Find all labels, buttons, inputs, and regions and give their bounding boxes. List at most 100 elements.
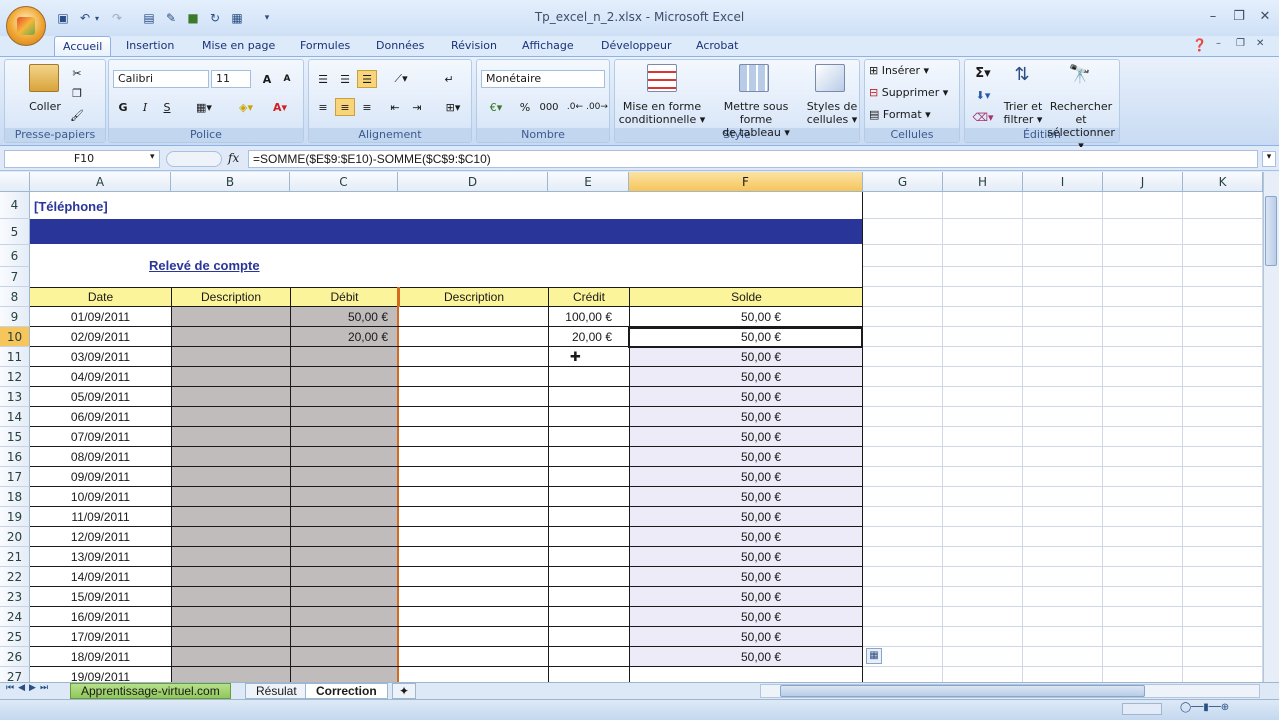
paste-button[interactable]: Coller xyxy=(25,100,65,113)
close-icon[interactable]: ✕ xyxy=(1252,6,1278,26)
find-select-icon[interactable]: 🔭 xyxy=(1065,64,1095,92)
date-cell[interactable]: 05/09/2011 xyxy=(30,387,171,407)
row-header[interactable]: 15 xyxy=(0,427,30,447)
col-header-b[interactable]: B xyxy=(171,172,290,192)
minimize-icon[interactable]: – xyxy=(1200,6,1226,26)
solde-cell[interactable]: 50,00 € xyxy=(629,447,863,467)
restore-icon[interactable]: ❐ xyxy=(1226,6,1252,26)
spreadsheet-grid[interactable]: A B C D E F G H I J K 4 5 6 7 8 [Télépho… xyxy=(0,172,1279,682)
copy-icon[interactable]: ❐ xyxy=(67,84,87,102)
sheet-tab-resulat[interactable]: Résulat xyxy=(245,683,308,699)
help-icon[interactable]: ❓ xyxy=(1192,38,1207,52)
paste-icon[interactable] xyxy=(29,64,59,92)
vertical-scroll-thumb[interactable] xyxy=(1265,196,1277,266)
date-cell[interactable]: 02/09/2011 xyxy=(30,327,171,347)
underline-button[interactable]: S xyxy=(157,98,177,116)
find-select-button[interactable]: Rechercher et sélectionner ▾ xyxy=(1043,100,1119,152)
col-header-e[interactable]: E xyxy=(548,172,629,192)
debit-cell[interactable]: 50,00 € xyxy=(290,307,394,327)
row-header[interactable]: 4 xyxy=(0,192,30,219)
col-header-f[interactable]: F xyxy=(629,172,863,192)
solde-cell[interactable]: 50,00 € xyxy=(629,567,863,587)
date-cell[interactable]: 12/09/2011 xyxy=(30,527,171,547)
clear-icon[interactable]: ⌫▾ xyxy=(969,108,997,126)
row-header[interactable]: 22 xyxy=(0,567,30,587)
date-cell[interactable]: 03/09/2011 xyxy=(30,347,171,367)
formula-input[interactable]: =SOMME($E$9:$E10)-SOMME($C$9:$C10) xyxy=(248,150,1258,168)
row-header[interactable]: 8 xyxy=(0,287,30,307)
thousands-button[interactable]: 000 xyxy=(537,98,561,116)
name-box[interactable]: F10 xyxy=(4,150,160,168)
decrease-indent-icon[interactable]: ⇤ xyxy=(385,98,405,116)
merge-center-icon[interactable]: ⊞▾ xyxy=(439,98,467,116)
formula-bar-splitter[interactable] xyxy=(166,151,222,167)
office-button[interactable] xyxy=(6,6,46,46)
solde-cell[interactable]: 50,00 € xyxy=(629,487,863,507)
zoom-slider[interactable]: ◯──▮──⊕ xyxy=(1180,702,1260,716)
fill-color-icon[interactable]: ◈▾ xyxy=(231,98,261,116)
align-left-icon[interactable]: ≡ xyxy=(313,98,333,116)
row-header[interactable]: 13 xyxy=(0,387,30,407)
format-painter-icon[interactable]: 🖌 xyxy=(67,106,87,124)
sheet-nav-icon[interactable]: ⏮◀▶⏭ xyxy=(6,683,52,693)
tab-affichage[interactable]: Affichage xyxy=(514,36,582,56)
sheet-tab-apprentissage[interactable]: Apprentissage-virtuel.com xyxy=(70,683,231,699)
solde-cell[interactable]: 50,00 € xyxy=(629,367,863,387)
col-header-g[interactable]: G xyxy=(863,172,943,192)
date-cell[interactable]: 06/09/2011 xyxy=(30,407,171,427)
solde-cell[interactable]: 50,00 € xyxy=(629,507,863,527)
tab-insertion[interactable]: Insertion xyxy=(118,36,182,56)
doc-close-icon[interactable]: ✕ xyxy=(1256,38,1264,49)
autofill-options-icon[interactable]: ▦ xyxy=(866,648,882,664)
row-header[interactable]: 5 xyxy=(0,219,30,245)
date-cell[interactable]: 14/09/2011 xyxy=(30,567,171,587)
align-center-icon[interactable]: ≡ xyxy=(335,98,355,116)
row-header[interactable]: 24 xyxy=(0,607,30,627)
date-cell[interactable]: 18/09/2011 xyxy=(30,647,171,667)
borders-icon[interactable]: ▦▾ xyxy=(189,98,219,116)
tab-mise-en-page[interactable]: Mise en page xyxy=(194,36,283,56)
font-name-select[interactable]: Calibri xyxy=(113,70,209,88)
sort-filter-button[interactable]: Trier et filtrer ▾ xyxy=(999,100,1047,126)
sort-filter-icon[interactable]: ⇅ xyxy=(1007,64,1037,92)
col-header-j[interactable]: J xyxy=(1103,172,1183,192)
date-cell[interactable]: 08/09/2011 xyxy=(30,447,171,467)
solde-cell[interactable]: 50,00 € xyxy=(629,547,863,567)
row-header[interactable]: 6 xyxy=(0,245,30,267)
date-cell[interactable]: 07/09/2011 xyxy=(30,427,171,447)
align-middle-icon[interactable]: ☰ xyxy=(335,70,355,88)
insert-function-button[interactable]: fx xyxy=(228,151,239,165)
date-cell[interactable]: 10/09/2011 xyxy=(30,487,171,507)
bold-button[interactable]: G xyxy=(113,98,133,116)
col-header-k[interactable]: K xyxy=(1183,172,1263,192)
solde-cell[interactable]: 50,00 € xyxy=(629,407,863,427)
date-cell[interactable]: 15/09/2011 xyxy=(30,587,171,607)
row-header[interactable]: 16 xyxy=(0,447,30,467)
date-cell[interactable]: 09/09/2011 xyxy=(30,467,171,487)
horizontal-scroll-thumb[interactable] xyxy=(780,685,1145,697)
row-header[interactable]: 12 xyxy=(0,367,30,387)
col-header-d[interactable]: D xyxy=(398,172,548,192)
currency-icon[interactable]: €▾ xyxy=(481,98,511,116)
date-cell[interactable]: 16/09/2011 xyxy=(30,607,171,627)
tab-accueil[interactable]: Accueil xyxy=(54,36,112,56)
date-cell[interactable]: 04/09/2011 xyxy=(30,367,171,387)
new-sheet-icon[interactable]: ✦ xyxy=(392,683,417,699)
autosum-button[interactable]: Σ ▾ xyxy=(969,64,997,82)
row-header[interactable]: 21 xyxy=(0,547,30,567)
date-cell[interactable]: 17/09/2011 xyxy=(30,627,171,647)
solde-cell[interactable]: 50,00 € xyxy=(629,427,863,447)
align-top-icon[interactable]: ☰ xyxy=(313,70,333,88)
col-header-h[interactable]: H xyxy=(943,172,1023,192)
cell-styles-button[interactable]: Styles de cellules ▾ xyxy=(805,100,859,126)
row-header[interactable]: 10 xyxy=(0,327,30,347)
date-cell[interactable]: 01/09/2011 xyxy=(30,307,171,327)
row-header[interactable]: 9 xyxy=(0,307,30,327)
row-header[interactable]: 14 xyxy=(0,407,30,427)
row-header[interactable]: 17 xyxy=(0,467,30,487)
tab-acrobat[interactable]: Acrobat xyxy=(688,36,746,56)
tab-revision[interactable]: Révision xyxy=(443,36,505,56)
row-header[interactable]: 23 xyxy=(0,587,30,607)
debit-cell[interactable]: 20,00 € xyxy=(290,327,394,347)
wrap-text-icon[interactable]: ↵ xyxy=(439,70,459,88)
